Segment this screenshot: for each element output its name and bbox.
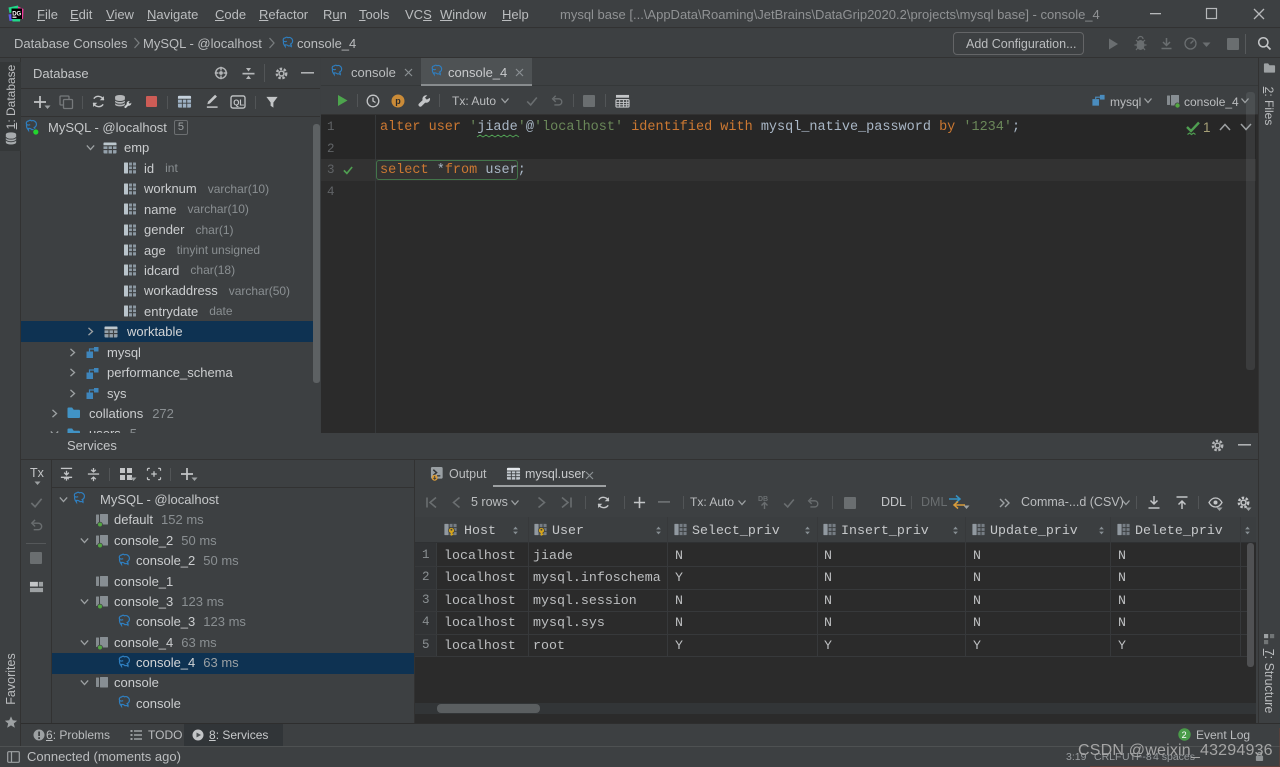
svg-text:DG: DG xyxy=(12,11,21,17)
svg-text:2: 2 xyxy=(1182,730,1187,740)
svg-text:DB: DB xyxy=(758,496,768,503)
svg-text:QL: QL xyxy=(233,98,244,107)
svg-text:p: p xyxy=(395,96,401,106)
